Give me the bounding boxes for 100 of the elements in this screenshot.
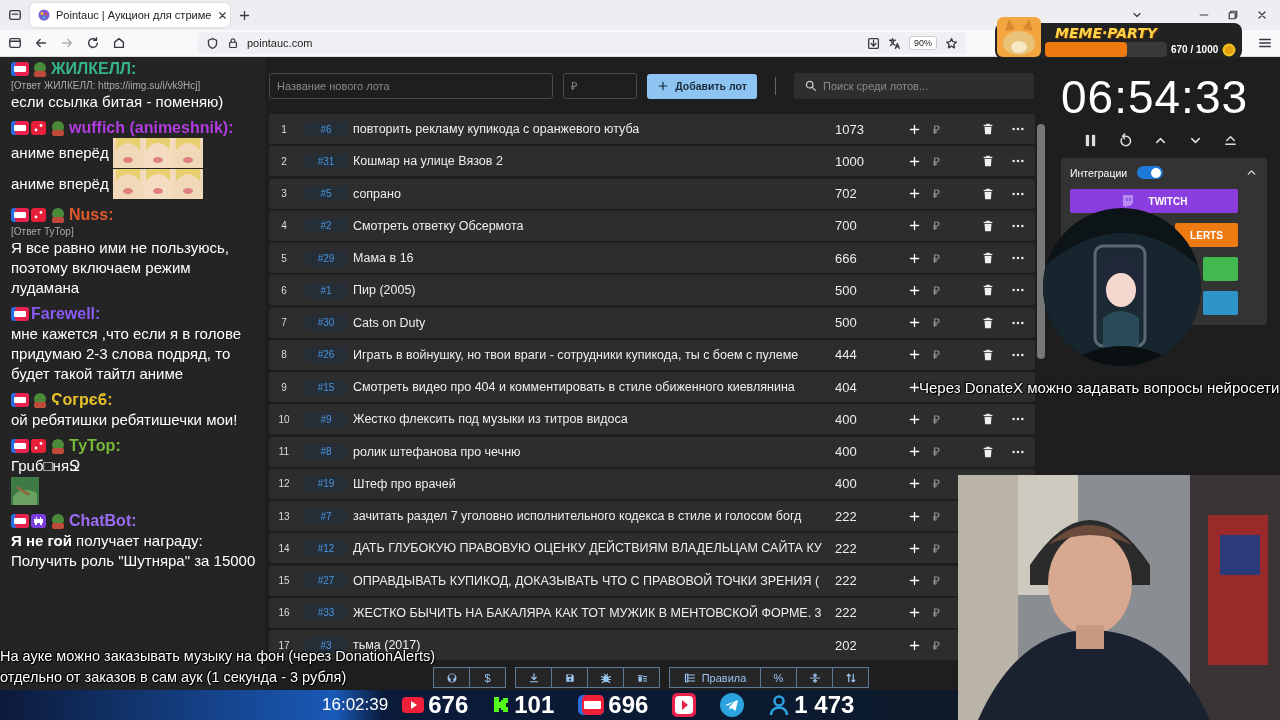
add-lot-button[interactable]: Добавить лот xyxy=(647,73,757,99)
row-number: 16 xyxy=(277,607,291,619)
lot-id: #2 xyxy=(305,218,347,234)
lot-id: #5 xyxy=(305,186,347,201)
row-number: 5 xyxy=(280,252,288,264)
lot-amount: 400 xyxy=(835,444,858,459)
browser-tab[interactable]: Pointauc | Аукцион для стриме xyxy=(30,3,230,27)
chat-message: если ссылка битая - поменяю) xyxy=(11,92,224,112)
currency-sign: ₽ xyxy=(933,282,941,299)
row-number: 13 xyxy=(277,510,291,522)
lot-amount: 404 xyxy=(835,379,858,395)
lot-amount: 400 xyxy=(835,411,858,427)
search-field[interactable]: Поиск среди лотов... xyxy=(794,73,1034,99)
chat-message: Я не гой получает награду: Получить роль "Шутняра" за 15000 xyxy=(11,531,257,571)
lot-id: #19 xyxy=(305,476,347,492)
lot-name: Жестко флексить под музыки из титров видоса xyxy=(353,412,629,427)
currency-sign: ₽ xyxy=(933,315,941,331)
lot-name: сопрано xyxy=(353,186,402,201)
lot-amount: 222 xyxy=(835,508,858,524)
lot-amount: 222 xyxy=(835,573,858,588)
currency-sign: ₽ xyxy=(933,444,941,460)
chat-username: ЖИЛКЕЛЛ: xyxy=(51,59,137,79)
lot-name: Мама в 16 xyxy=(353,251,415,265)
brand-title: MEME·PARTY xyxy=(1054,25,1159,41)
lot-amount: 202 xyxy=(835,637,858,653)
chat-username: ТуТор: xyxy=(69,436,121,456)
chat-username: wuffich (animeshnik): xyxy=(69,118,234,138)
row-number: 7 xyxy=(280,317,288,328)
lot-amount: 444 xyxy=(835,347,858,363)
currency-sign: ₽ xyxy=(933,347,941,364)
toolbar-button[interactable]: $ xyxy=(469,667,506,688)
chat-message: Я все равно ими не пользуюсь, поэтому включаем режим лудамана xyxy=(11,238,230,298)
lot-amount: 666 xyxy=(835,250,858,266)
rules-button[interactable]: Правила xyxy=(669,667,761,688)
chat-message: аниме вперёд xyxy=(11,143,109,163)
chat-message: Грuб□няՋ xyxy=(11,456,82,476)
lot-name: ДАТЬ ГЛУБОКУЮ ПРАВОВУЮ ОЦЕНКУ ДЕЙСТВИЯМ ВЛАДЕЛЬЦАМ САЙТА КУ xyxy=(353,541,823,556)
row-number: 11 xyxy=(277,446,291,457)
lot-id: #9 xyxy=(305,411,347,427)
chat-username: Ϛогрєϐ: xyxy=(51,390,113,410)
lot-id: #29 xyxy=(305,250,347,266)
row-number: 1 xyxy=(280,123,288,135)
currency-sign: ₽ xyxy=(933,540,941,557)
lot-name: Кошмар на улице Вязов 2 xyxy=(353,154,504,169)
currency-sign: ₽ xyxy=(933,121,941,138)
zoom-badge[interactable]: 90% xyxy=(909,36,937,50)
currency-sign: ₽ xyxy=(933,153,941,170)
lot-amount: 500 xyxy=(835,315,858,330)
timer: 06:54:33 xyxy=(1061,71,1250,123)
lot-name: ролик штефанова про чечню xyxy=(353,444,522,459)
integration-button[interactable]: TWITCH xyxy=(1070,189,1238,213)
toolbar-button[interactable]: % xyxy=(760,667,797,688)
lot-amount: 500 xyxy=(835,282,858,298)
lot-id: #12 xyxy=(305,540,347,556)
lot-id: #8 xyxy=(305,444,347,459)
lot-id: #27 xyxy=(305,573,347,588)
chat-username: ChatBot: xyxy=(69,511,137,531)
lot-name: ОПРАВДЫВАТЬ КУПИКОД, ДОКАЗЫВАТЬ ЧТО С ПРАВОВОЙ ТОЧКИ ЗРЕНИЯ ( xyxy=(353,573,821,588)
lot-amount: 700 xyxy=(835,218,858,234)
lot-id: #33 xyxy=(305,605,347,621)
lot-id: #26 xyxy=(305,347,347,363)
lot-id: #30 xyxy=(305,315,347,330)
tab-title: Pointauc | Аукцион для стриме xyxy=(56,9,212,21)
lot-amount: 1000 xyxy=(835,153,865,169)
row-number: 12 xyxy=(277,478,291,490)
lot-amount: 222 xyxy=(835,605,858,621)
address-bar[interactable]: pointauc.com 90% xyxy=(198,32,966,54)
row-number: 8 xyxy=(280,349,288,361)
currency-sign: ₽ xyxy=(933,605,941,622)
stat-count: 676 xyxy=(428,691,469,719)
lot-id: #7 xyxy=(305,508,347,524)
row-number: 10 xyxy=(277,413,291,425)
lot-name: зачитать раздел 7 уголовно исполнительного кодекса в стиле и голосом богд xyxy=(353,509,803,523)
lot-name: повторить рекламу купикода с оранжевого ютуба xyxy=(353,122,641,136)
row-number: 6 xyxy=(280,284,288,296)
row-number: 15 xyxy=(277,575,291,586)
lot-name: Смотреть ответку Обсермота xyxy=(353,218,525,233)
currency-sign: ₽ xyxy=(933,218,941,235)
caption-text: Через DonateX можно задавать вопросы нейросети xyxy=(919,378,1280,398)
lot-amount: 400 xyxy=(835,476,858,492)
row-number: 9 xyxy=(280,381,288,393)
lot-amount: 1073 xyxy=(835,121,865,137)
reply-note: [Ответ ТуТор] xyxy=(11,226,75,237)
stat-count: 696 xyxy=(608,691,649,719)
lot-id: #6 xyxy=(305,121,347,137)
amount-field[interactable]: ₽ xyxy=(563,73,637,99)
lot-name: Пир (2005) xyxy=(353,283,417,298)
stat-count: 101 xyxy=(514,691,555,719)
clock: 16:02:39 xyxy=(322,695,389,715)
row-number: 3 xyxy=(280,188,288,199)
currency-sign: ₽ xyxy=(933,573,941,589)
lot-name-field[interactable]: Название нового лота xyxy=(269,73,553,99)
currency-sign: ₽ xyxy=(933,637,941,654)
currency-sign: ₽ xyxy=(933,186,941,202)
progress-text: 670 / 1000 xyxy=(1171,44,1219,55)
lot-id: #31 xyxy=(305,153,347,169)
currency-sign: ₽ xyxy=(933,411,941,428)
row-number: 4 xyxy=(280,220,288,232)
row-number: 17 xyxy=(278,639,290,651)
stat-count: 1 473 xyxy=(794,691,855,719)
